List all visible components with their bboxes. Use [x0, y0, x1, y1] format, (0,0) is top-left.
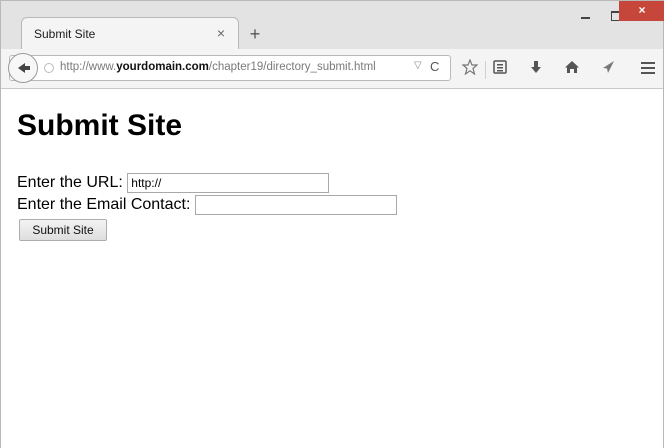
tab-strip: Submit Site × + ×: [1, 1, 664, 50]
close-icon: ×: [638, 3, 646, 17]
site-identity-icon[interactable]: [44, 63, 54, 73]
url-prefix: http://www.: [60, 61, 117, 73]
send-icon[interactable]: [599, 59, 617, 77]
url-history-dropdown-icon[interactable]: ▽: [414, 60, 422, 71]
window-close-button[interactable]: ×: [619, 1, 664, 21]
url-input[interactable]: [127, 173, 330, 193]
new-tab-icon[interactable]: +: [247, 25, 263, 43]
download-icon[interactable]: [527, 59, 545, 77]
submit-site-button[interactable]: Submit Site: [19, 219, 107, 241]
url-text[interactable]: http://www.yourdomain.com/chapter19/dire…: [60, 61, 376, 73]
tab-title: Submit Site: [34, 27, 96, 41]
url-row: Enter the URL:: [17, 173, 330, 193]
page-title: Submit Site: [17, 109, 183, 142]
browser-window: Submit Site × + × http://www.yourdomain.…: [0, 0, 664, 448]
navigation-bar: http://www.yourdomain.com/chapter19/dire…: [1, 49, 663, 89]
minimize-icon[interactable]: [575, 7, 597, 25]
reload-icon[interactable]: C: [430, 59, 439, 74]
toolbar-separator: [485, 61, 486, 79]
url-label: Enter the URL:: [17, 174, 123, 191]
menu-icon[interactable]: [641, 62, 655, 74]
back-icon[interactable]: [8, 53, 38, 83]
bookmark-star-icon[interactable]: [461, 58, 479, 77]
address-bar[interactable]: http://www.yourdomain.com/chapter19/dire…: [8, 53, 451, 83]
home-icon[interactable]: [563, 59, 581, 77]
tab-submit-site[interactable]: Submit Site ×: [21, 17, 239, 50]
close-tab-icon[interactable]: ×: [214, 25, 228, 41]
url-path: /chapter19/directory_submit.html: [208, 61, 376, 73]
reading-list-icon[interactable]: [491, 59, 509, 77]
page-content: Submit Site Enter the URL: Enter the Ema…: [1, 89, 663, 448]
email-label: Enter the Email Contact:: [17, 196, 191, 213]
email-row: Enter the Email Contact:: [17, 195, 397, 215]
email-input[interactable]: [194, 195, 397, 215]
url-domain: yourdomain.com: [116, 61, 209, 73]
